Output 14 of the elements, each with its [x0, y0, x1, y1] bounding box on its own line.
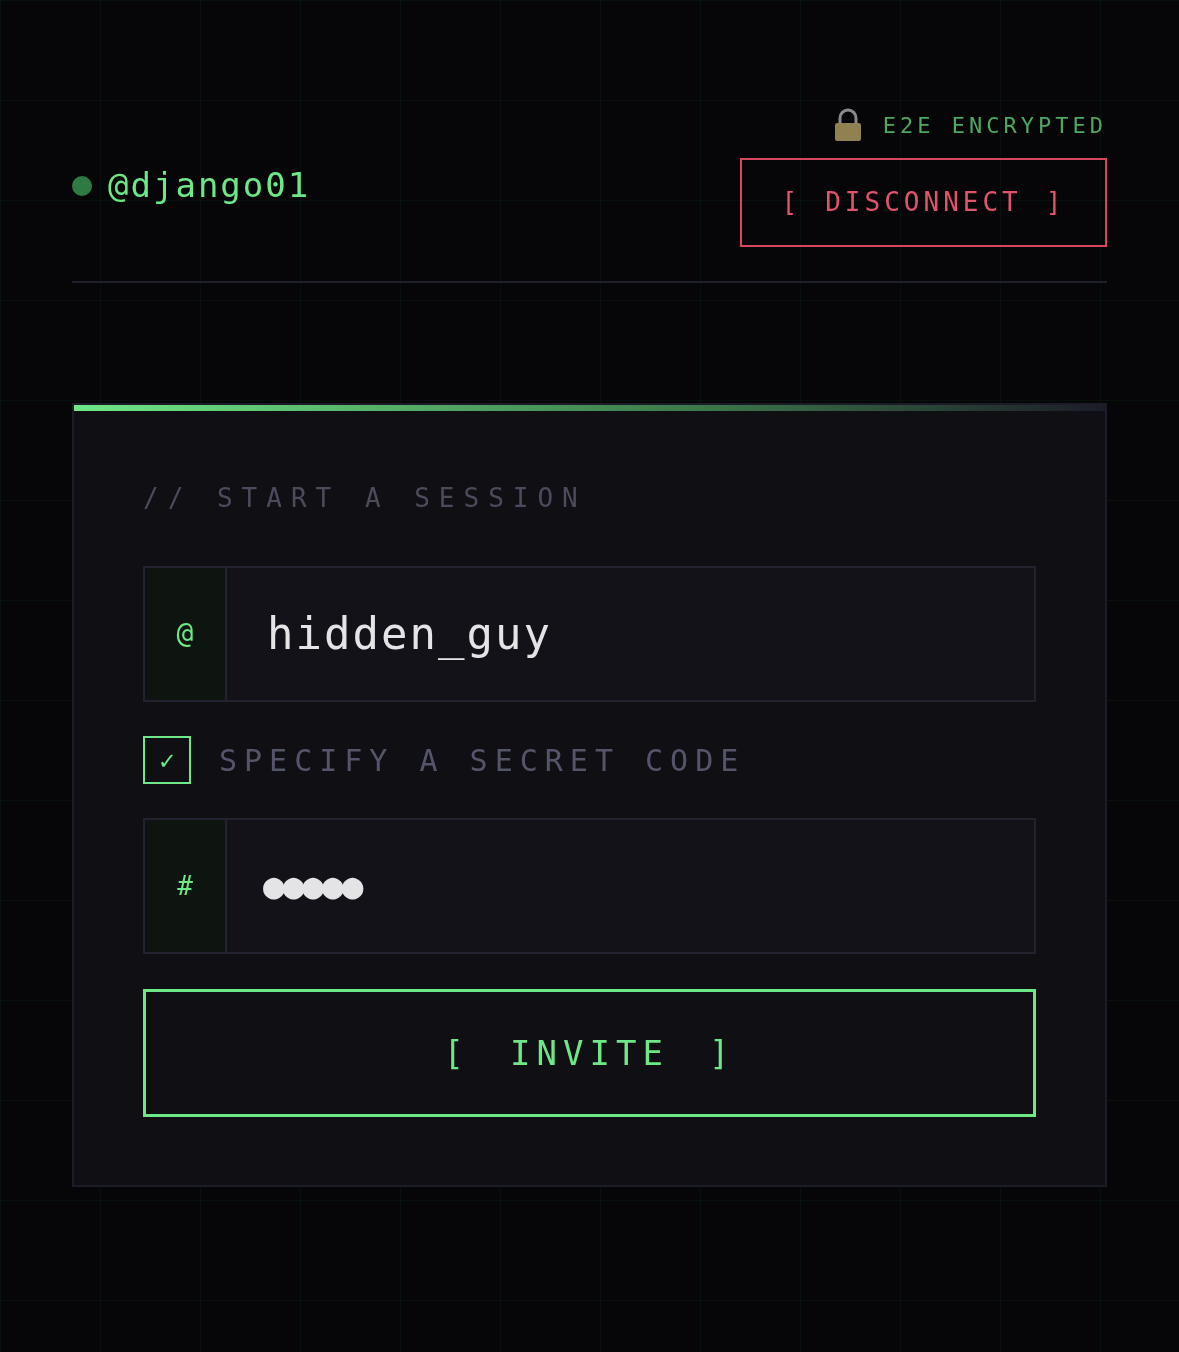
username: @django01: [108, 164, 311, 207]
section-title: // START A SESSION: [143, 482, 588, 515]
encryption-status: E2E ENCRYPTED: [882, 111, 1107, 140]
invite-button[interactable]: [ INVITE ]: [143, 989, 1036, 1117]
checkbox[interactable]: ✓: [143, 736, 191, 784]
checkbox-label: SPECIFY A SECRET CODE: [219, 741, 746, 780]
lock-icon: [832, 108, 863, 142]
at-prefix: @: [145, 568, 227, 700]
username-input[interactable]: hidden_guy: [227, 568, 1034, 700]
disconnect-button[interactable]: [ DISCONNECT ]: [740, 158, 1107, 247]
hash-prefix: #: [145, 820, 227, 952]
secret-code-input[interactable]: ●●●●●: [227, 820, 1034, 952]
username-field[interactable]: @ hidden_guy: [143, 566, 1036, 702]
secret-code-field[interactable]: # ●●●●●: [143, 818, 1036, 954]
